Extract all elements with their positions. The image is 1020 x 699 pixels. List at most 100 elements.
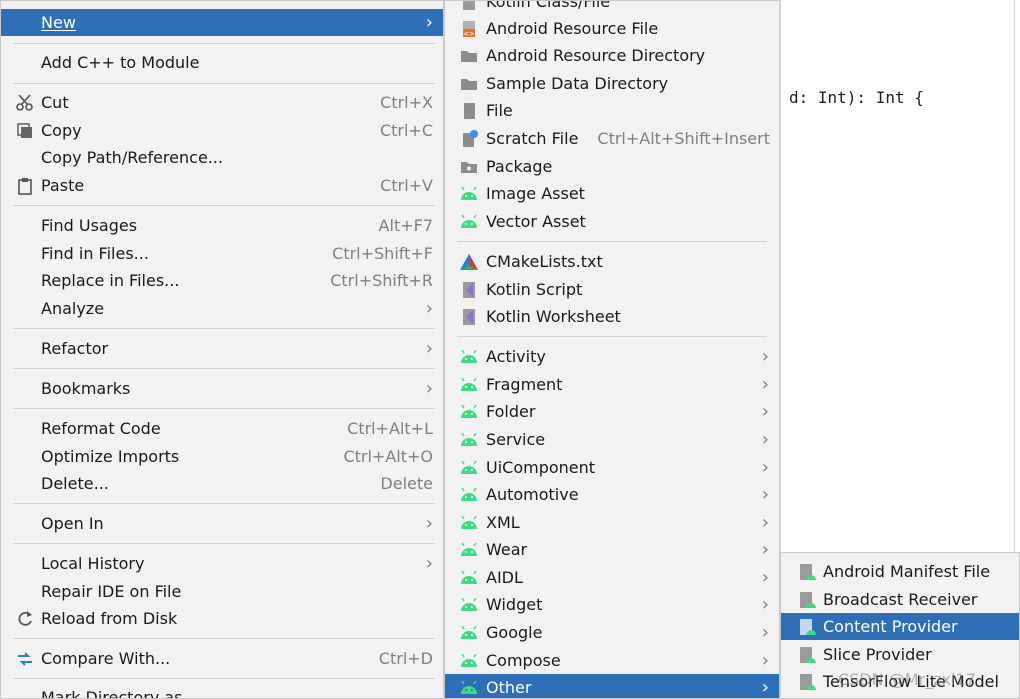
menu-item-label: Copy: [41, 121, 82, 140]
android-icon: [459, 375, 479, 395]
menu-separator: [457, 336, 767, 337]
scissors-icon: [15, 93, 35, 113]
menu-item-label: Kotlin Worksheet: [486, 307, 621, 326]
menu-item-file[interactable]: File: [445, 97, 779, 124]
menu-item-local-history[interactable]: Local History ›: [1, 550, 443, 577]
menu-item-uicomponent[interactable]: UiComponent ›: [445, 454, 779, 481]
menu-item-label: UiComponent: [486, 458, 596, 477]
menu-separator: [13, 83, 435, 84]
chevron-right-icon: ›: [425, 297, 433, 319]
menu-item-kotlin-worksheet[interactable]: Kotlin Worksheet: [445, 303, 779, 330]
menu-item-xml[interactable]: XML ›: [445, 509, 779, 536]
menu-item-optimize-imports[interactable]: Optimize Imports Ctrl+Alt+O: [1, 443, 443, 470]
menu-item-package[interactable]: Package: [445, 153, 779, 180]
menu-item-label: Kotlin Class/File: [486, 0, 611, 11]
menu-item-analyze[interactable]: Analyze ›: [1, 295, 443, 322]
menu-item-android-manifest[interactable]: Android Manifest File: [781, 558, 1019, 585]
menu-item-label: Reformat Code: [41, 419, 161, 438]
chevron-right-icon: ›: [761, 621, 769, 643]
copy-icon: [15, 121, 35, 141]
menu-item-label: Bookmarks: [41, 379, 131, 398]
menu-item-bookmarks[interactable]: Bookmarks ›: [1, 375, 443, 402]
watermark: CSDN @Mr_zxl17: [838, 670, 976, 689]
menu-item-copy-path[interactable]: Copy Path/Reference...: [1, 144, 443, 171]
menu-item-paste[interactable]: Paste Ctrl+V: [1, 172, 443, 199]
menu-item-sample-data-directory[interactable]: Sample Data Directory: [445, 70, 779, 97]
menu-item-label: Cut: [41, 93, 69, 112]
package-icon: [459, 157, 479, 177]
menu-item-android-resource-directory[interactable]: Android Resource Directory: [445, 42, 779, 69]
menu-item-label: Sample Data Directory: [486, 74, 669, 93]
menu-item-reload-from-disk[interactable]: Reload from Disk: [1, 605, 443, 632]
menu-item-repair-ide[interactable]: Repair IDE on File: [1, 578, 443, 605]
menu-item-reformat-code[interactable]: Reformat Code Ctrl+Alt+L: [1, 415, 443, 442]
shortcut: Alt+F7: [378, 216, 433, 235]
menu-item-slice-provider[interactable]: Slice Provider: [781, 641, 1019, 668]
menu-item-label: Analyze: [41, 299, 105, 318]
menu-item-delete[interactable]: Delete... Delete: [1, 470, 443, 497]
shortcut: Ctrl+Shift+R: [330, 271, 433, 290]
menu-item-open-in[interactable]: Open In ›: [1, 510, 443, 537]
menu-item-find-in-files[interactable]: Find in Files... Ctrl+Shift+F: [1, 240, 443, 267]
chevron-right-icon: ›: [761, 538, 769, 560]
menu-item-activity[interactable]: Activity ›: [445, 343, 779, 370]
menu-item-label: Mark Directory as: [41, 688, 183, 699]
menu-item-replace-in-files[interactable]: Replace in Files... Ctrl+Shift+R: [1, 267, 443, 294]
menu-item-service[interactable]: Service ›: [445, 426, 779, 453]
shortcut: Ctrl+Shift+F: [332, 244, 433, 263]
menu-separator: [13, 368, 435, 369]
menu-item-label: Replace in Files...: [41, 271, 180, 290]
menu-item-aidl[interactable]: AIDL ›: [445, 564, 779, 591]
menu-item-kotlin-class[interactable]: Kotlin Class/File: [445, 0, 779, 15]
menu-item-android-resource-file[interactable]: <> Android Resource File: [445, 15, 779, 42]
menu-item-automotive[interactable]: Automotive ›: [445, 481, 779, 508]
new-submenu: Kotlin Class/File <> Android Resource Fi…: [444, 0, 780, 699]
android-icon: [459, 212, 479, 232]
menu-item-label: Content Provider: [823, 617, 958, 636]
menu-item-label: Broadcast Receiver: [823, 590, 978, 609]
menu-item-folder[interactable]: Folder ›: [445, 398, 779, 425]
chevron-right-icon: ›: [761, 373, 769, 395]
scratch-file-icon: [459, 129, 479, 149]
menu-item-other[interactable]: Other ›: [445, 674, 779, 698]
menu-item-cmakelists[interactable]: CMakeLists.txt: [445, 248, 779, 275]
menu-item-vector-asset[interactable]: Vector Asset: [445, 208, 779, 235]
menu-item-refactor[interactable]: Refactor ›: [1, 335, 443, 362]
menu-item-mark-directory[interactable]: Mark Directory as: [1, 684, 443, 699]
menu-item-label: Find Usages: [41, 216, 138, 235]
menu-item-wear[interactable]: Wear ›: [445, 536, 779, 563]
menu-item-compose[interactable]: Compose ›: [445, 647, 779, 674]
kotlin-worksheet-icon: [459, 307, 479, 327]
android-icon: [459, 623, 479, 643]
android-icon: [459, 651, 479, 671]
chevron-right-icon: ›: [761, 676, 769, 698]
menu-item-find-usages[interactable]: Find Usages Alt+F7: [1, 212, 443, 239]
menu-item-add-cpp[interactable]: Add C++ to Module: [1, 49, 443, 76]
menu-item-widget[interactable]: Widget ›: [445, 591, 779, 618]
menu-item-image-asset[interactable]: Image Asset: [445, 180, 779, 207]
android-icon: [459, 184, 479, 204]
menu-item-compare-with[interactable]: Compare With... Ctrl+D: [1, 645, 443, 672]
menu-item-label: File: [486, 101, 513, 120]
menu-item-scratch-file[interactable]: Scratch File Ctrl+Alt+Shift+Insert: [445, 125, 779, 152]
menu-item-label: Add C++ to Module: [41, 53, 200, 72]
resource-file-icon: <>: [459, 19, 479, 39]
menu-item-content-provider[interactable]: Content Provider: [781, 613, 1019, 640]
menu-item-cut[interactable]: Cut Ctrl+X: [1, 89, 443, 116]
menu-item-broadcast-receiver[interactable]: Broadcast Receiver: [781, 586, 1019, 613]
menu-item-new[interactable]: New ›: [1, 9, 443, 36]
menu-separator: [13, 205, 435, 206]
chevron-right-icon: ›: [761, 345, 769, 367]
menu-item-label: Google: [486, 623, 543, 642]
menu-item-kotlin-script[interactable]: Kotlin Script: [445, 276, 779, 303]
menu-item-label: Paste: [41, 176, 85, 195]
chevron-right-icon: ›: [425, 337, 433, 359]
menu-item-google[interactable]: Google ›: [445, 619, 779, 646]
menu-item-fragment[interactable]: Fragment ›: [445, 371, 779, 398]
menu-item-label: Kotlin Script: [486, 280, 583, 299]
menu-item-label: Open In: [41, 514, 104, 533]
android-file-icon: [797, 672, 817, 692]
shortcut: Ctrl+Alt+O: [343, 447, 433, 466]
menu-item-copy[interactable]: Copy Ctrl+C: [1, 117, 443, 144]
menu-item-label: Service: [486, 430, 546, 449]
